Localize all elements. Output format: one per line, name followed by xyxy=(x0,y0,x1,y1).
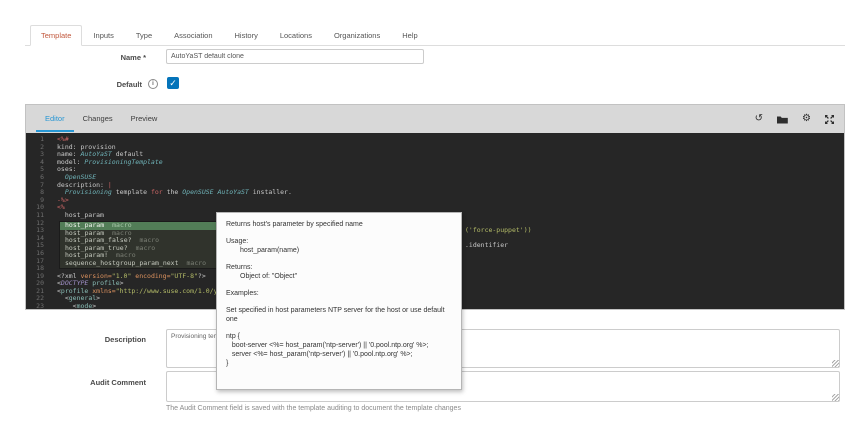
tooltip-code-line: ntp { xyxy=(226,332,452,341)
tab-locations[interactable]: Locations xyxy=(269,25,323,46)
tab-type[interactable]: Type xyxy=(125,25,163,46)
info-icon: i xyxy=(148,79,158,89)
code-line: 6 OpenSUSE xyxy=(26,174,844,182)
macro-doc-tooltip: Returns host's parameter by specified na… xyxy=(216,212,462,390)
editor-tab-editor[interactable]: Editor xyxy=(36,106,74,132)
import-file-icon[interactable] xyxy=(777,115,788,124)
editor-tabs: EditorChangesPreview xyxy=(36,106,166,132)
tab-inputs[interactable]: Inputs xyxy=(82,25,124,46)
tab-history[interactable]: History xyxy=(224,25,269,46)
code-line: 2kind: provision xyxy=(26,144,844,152)
tab-organizations[interactable]: Organizations xyxy=(323,25,391,46)
line-number: 3 xyxy=(26,151,49,159)
fullscreen-icon[interactable] xyxy=(825,115,834,124)
tooltip-code-line: } xyxy=(226,359,452,368)
settings-gear-icon[interactable]: ⚙ xyxy=(802,114,811,124)
tooltip-code-line: boot-server <%= host_param('ntp-server')… xyxy=(226,341,452,350)
code-line: 9-%> xyxy=(26,197,844,205)
code-line: 8 Provisioning template for the OpenSUSE… xyxy=(26,189,844,197)
description-label: Description xyxy=(0,335,146,344)
line-number: 4 xyxy=(26,159,49,167)
code-line: 4model: ProvisioningTemplate xyxy=(26,159,844,167)
line-number: 1 xyxy=(26,136,49,144)
line-number: 7 xyxy=(26,182,49,190)
audit-comment-label: Audit Comment xyxy=(0,378,146,387)
code-line: 1<%# xyxy=(26,136,844,144)
editor-toolbar: EditorChangesPreview ↺ ⚙ xyxy=(26,105,844,133)
resize-handle-icon[interactable] xyxy=(832,394,839,401)
tooltip-example-description: Set specified in host parameters NTP ser… xyxy=(226,306,452,324)
autocomplete-dropdown: host_parammacrohost_parammacrohost_param… xyxy=(59,221,219,269)
tab-template[interactable]: Template xyxy=(30,25,82,46)
name-input[interactable] xyxy=(166,49,424,64)
line-number: 5 xyxy=(26,166,49,174)
autocomplete-item[interactable]: sequence_hostgroup_param_nextmacro xyxy=(60,260,218,268)
code-line: 10<% xyxy=(26,204,844,212)
undo-icon[interactable]: ↺ xyxy=(755,114,763,124)
line-number: 8 xyxy=(26,189,49,197)
tooltip-code-line: server <%= host_param('ntp-server') || '… xyxy=(226,350,452,359)
line-number: 2 xyxy=(26,144,49,152)
line-number: 23 xyxy=(26,303,49,309)
page-tabs: TemplateInputsTypeAssociationHistoryLoca… xyxy=(25,24,845,46)
audit-help-text: The Audit Comment field is saved with th… xyxy=(166,405,461,412)
editor-tab-preview[interactable]: Preview xyxy=(122,106,167,132)
tab-help[interactable]: Help xyxy=(391,25,428,46)
default-checkbox[interactable]: ✓ xyxy=(167,77,179,89)
tooltip-usage: host_param(name) xyxy=(226,246,452,255)
tooltip-returns: Object of: "Object" xyxy=(226,272,452,281)
tooltip-examples-label: Examples: xyxy=(226,289,452,298)
editor-tab-changes[interactable]: Changes xyxy=(74,106,122,132)
resize-handle-icon[interactable] xyxy=(832,360,839,367)
tooltip-returns-label: Returns: xyxy=(226,263,452,272)
tooltip-description: Returns host's parameter by specified na… xyxy=(226,220,452,229)
editor-toolbar-icons: ↺ ⚙ xyxy=(755,114,834,124)
tab-association[interactable]: Association xyxy=(163,25,223,46)
tooltip-example-code: ntp { boot-server <%= host_param('ntp-se… xyxy=(226,332,452,368)
code-line: 5oses: xyxy=(26,166,844,174)
line-number: 6 xyxy=(26,174,49,182)
name-label: Name * xyxy=(0,53,146,62)
default-label: Default xyxy=(0,80,142,89)
tooltip-usage-label: Usage: xyxy=(226,237,452,246)
